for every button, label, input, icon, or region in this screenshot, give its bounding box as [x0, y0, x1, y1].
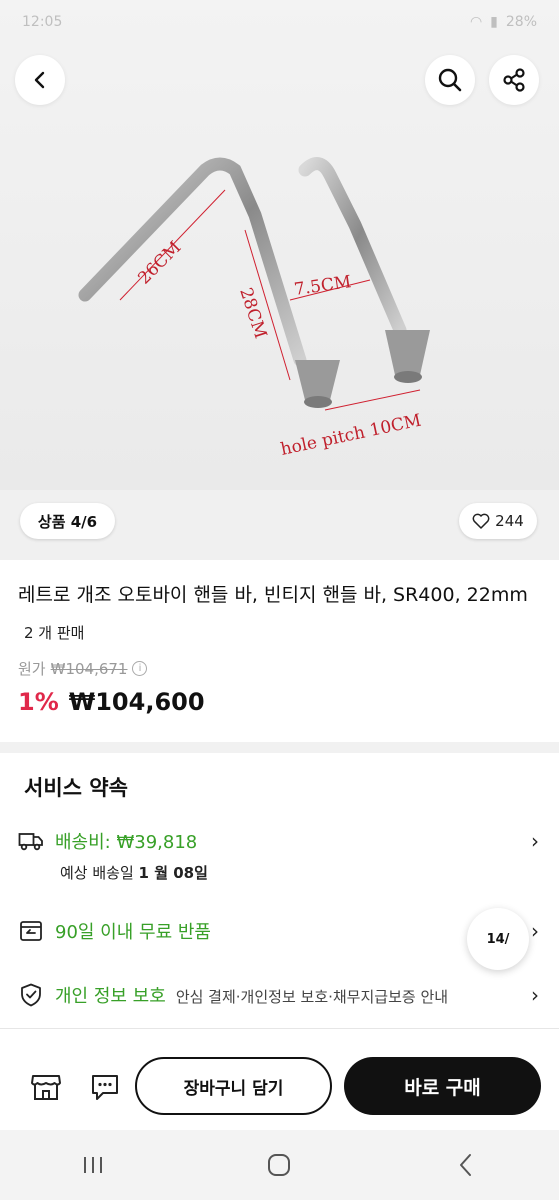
signal-icon: ▮ [490, 14, 498, 30]
original-price: ₩104,671 [50, 659, 128, 678]
chat-icon[interactable] [89, 1072, 121, 1102]
delivery-prefix: 예상 배송일 [60, 864, 139, 882]
back-button[interactable] [15, 55, 65, 105]
handlebar-photo: 26CM 28CM 7.5CM hole pitch 10CM [78, 157, 430, 460]
product-title: 레트로 개조 오토바이 핸들 바, 빈티지 핸들 바, SR400, 22mm [18, 584, 528, 606]
dimension-label: 26CM [134, 238, 185, 289]
sale-price: ₩104,600 [68, 688, 205, 716]
return-box-icon [20, 921, 42, 941]
system-navigation-bar [0, 1130, 559, 1200]
like-count: 244 [495, 512, 524, 530]
privacy-text: 개인 정보 보호 안심 결제·개인정보 보호·채무지급보증 안내 [55, 982, 448, 1008]
shipping-row[interactable]: 배송비: ₩39,818 › [0, 826, 559, 856]
floating-badge-text: 14/ [486, 931, 510, 947]
floating-promo-button[interactable]: 14/ [467, 908, 529, 970]
back-nav-button[interactable] [436, 1145, 496, 1185]
image-counter: 상품 4/6 [20, 503, 115, 539]
service-section-title: 서비스 약속 [24, 776, 128, 800]
shield-check-icon [21, 983, 41, 1007]
share-button[interactable] [489, 55, 539, 105]
section-divider [0, 742, 559, 753]
dimension-label: 28CM [235, 285, 270, 341]
status-bar: 12:05 ◠ ▮ 28% [0, 0, 559, 44]
free-return-label: 90일 이내 무료 반품 [55, 922, 211, 943]
dimension-label: 7.5CM [293, 272, 353, 300]
truck-icon [18, 833, 43, 851]
chevron-right-icon: › [531, 983, 539, 1007]
shipping-fee: 배송비: ₩39,818 [55, 832, 198, 853]
status-time: 12:05 [22, 14, 63, 30]
original-price-row: 원가 ₩104,671 i [18, 658, 148, 679]
chevron-left-icon [34, 71, 45, 89]
chevron-right-icon: › [531, 829, 539, 853]
bottom-divider [0, 1028, 559, 1029]
battery-level: 28% [505, 14, 537, 30]
discount-rate: 1% [18, 688, 59, 716]
delivery-date: 1 월 08일 [138, 864, 208, 882]
recent-apps-button[interactable] [63, 1145, 123, 1185]
search-button[interactable] [425, 55, 475, 105]
product-image[interactable]: 26CM 28CM 7.5CM hole pitch 10CM [0, 0, 559, 490]
like-button[interactable]: 244 [459, 503, 537, 539]
delivery-estimate: 예상 배송일 1 월 08일 [60, 862, 208, 883]
dimension-label: hole pitch 10CM [279, 411, 423, 460]
heart-icon [472, 513, 490, 529]
privacy-row[interactable]: 개인 정보 보호 안심 결제·개인정보 보호·채무지급보증 안내 › [0, 980, 559, 1010]
original-price-label: 원가 [18, 660, 46, 678]
chevron-right-icon: › [531, 919, 539, 943]
share-icon [503, 68, 525, 92]
add-to-cart-button[interactable]: 장바구니 담기 [135, 1057, 332, 1115]
price-row: 1% ₩104,600 [18, 688, 205, 716]
back-arrow-icon [459, 1154, 471, 1176]
home-icon [268, 1154, 291, 1176]
info-icon[interactable]: i [132, 661, 148, 676]
bottom-action-bar: 장바구니 담기 바로 구매 [0, 1040, 559, 1130]
privacy-label: 개인 정보 보호 [55, 986, 166, 1007]
search-icon [438, 68, 462, 92]
recent-apps-icon [84, 1157, 103, 1173]
home-button[interactable] [249, 1145, 309, 1185]
wifi-icon: ◠ [469, 14, 483, 30]
buy-now-button[interactable]: 바로 구매 [344, 1057, 541, 1115]
store-icon[interactable] [30, 1072, 62, 1102]
privacy-description: 안심 결제·개인정보 보호·채무지급보증 안내 [175, 988, 449, 1006]
sold-count: 2 개 판매 [24, 624, 85, 642]
